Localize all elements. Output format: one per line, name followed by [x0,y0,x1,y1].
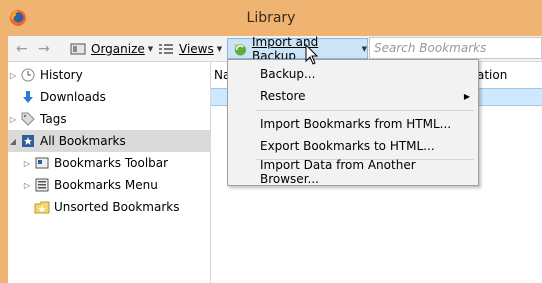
tag-icon [20,111,36,127]
views-button[interactable]: Views ▼ [158,36,222,61]
forward-arrow-icon: → [38,40,50,57]
unsorted-bookmarks-icon [34,199,50,215]
search-placeholder: Search Bookmarks [374,41,487,55]
sidebar-item-tags[interactable]: ▷ Tags [8,108,210,130]
menu-item-import-browser[interactable]: Import Data from Another Browser... [228,158,478,186]
forward-button[interactable]: → [38,36,50,61]
sidebar-item-label: All Bookmarks [40,134,126,148]
sidebar-item-label: Bookmarks Menu [54,178,158,192]
menu-item-export-html[interactable]: Export Bookmarks to HTML... [228,135,478,157]
menu-item-import-html[interactable]: Import Bookmarks from HTML... [228,113,478,135]
organize-label: Organize [91,41,145,56]
menu-item-label: Backup... [260,67,316,81]
chevron-down-icon: ▼ [147,44,154,53]
organize-gear-icon [70,43,86,54]
sidebar-item-bookmarks-menu[interactable]: ▷ Bookmarks Menu [22,174,210,196]
window-title: Library [246,10,296,26]
views-list-icon [159,43,173,54]
menu-item-backup[interactable]: Backup... [228,63,478,85]
expand-twisty-icon[interactable]: ▷ [8,71,18,80]
views-label: Views [179,41,214,56]
menu-item-label: Restore [260,89,306,103]
sidebar: ▷ History Downloads ▷ Tags ◢ All Bookmar… [8,62,211,283]
back-button[interactable]: ← [16,36,28,61]
expand-twisty-icon[interactable]: ▷ [22,181,32,190]
mouse-pointer-icon [305,44,319,65]
sidebar-item-label: History [40,68,83,82]
search-input[interactable]: Search Bookmarks [369,37,542,59]
expand-twisty-icon[interactable]: ▷ [8,115,18,124]
title-bar: Library [0,0,542,36]
sidebar-item-unsorted-bookmarks[interactable]: Unsorted Bookmarks [22,196,210,218]
menu-item-restore[interactable]: Restore ▶ [228,85,478,107]
import-backup-icon [233,43,247,56]
sidebar-item-label: Unsorted Bookmarks [54,200,180,214]
submenu-arrow-icon: ▶ [463,91,470,101]
sidebar-item-all-bookmarks[interactable]: ◢ All Bookmarks [8,130,210,152]
sidebar-item-downloads[interactable]: Downloads [8,86,210,108]
bookmarks-toolbar-icon [34,155,50,171]
collapse-twisty-icon[interactable]: ◢ [8,137,18,146]
sidebar-item-history[interactable]: ▷ History [8,64,210,86]
clock-icon [20,67,36,83]
sidebar-item-label: Downloads [40,90,106,104]
chevron-down-icon: ▼ [216,44,223,53]
menu-item-label: Import Bookmarks from HTML... [260,117,452,131]
bookmarks-menu-icon [34,177,50,193]
organize-button[interactable]: Organize ▼ [70,36,153,61]
column-header-location[interactable]: ation [477,68,507,82]
import-backup-button[interactable]: Import and Backup ▼ [227,35,368,63]
download-arrow-icon [20,89,36,105]
sidebar-item-label: Bookmarks Toolbar [54,156,169,170]
window-frame-left [0,36,8,283]
back-arrow-icon: ← [16,40,28,57]
menu-item-label: Export Bookmarks to HTML... [260,139,435,153]
expand-twisty-icon[interactable]: ▷ [22,159,32,168]
import-backup-menu: Backup... Restore ▶ Import Bookmarks fro… [227,59,479,186]
menu-item-label: Import Data from Another Browser... [260,158,416,186]
sidebar-item-bookmarks-toolbar[interactable]: ▷ Bookmarks Toolbar [22,152,210,174]
bookmarks-star-icon [20,133,36,149]
menu-separator [256,110,474,111]
sidebar-item-label: Tags [40,112,67,126]
chevron-down-icon: ▼ [361,44,367,53]
